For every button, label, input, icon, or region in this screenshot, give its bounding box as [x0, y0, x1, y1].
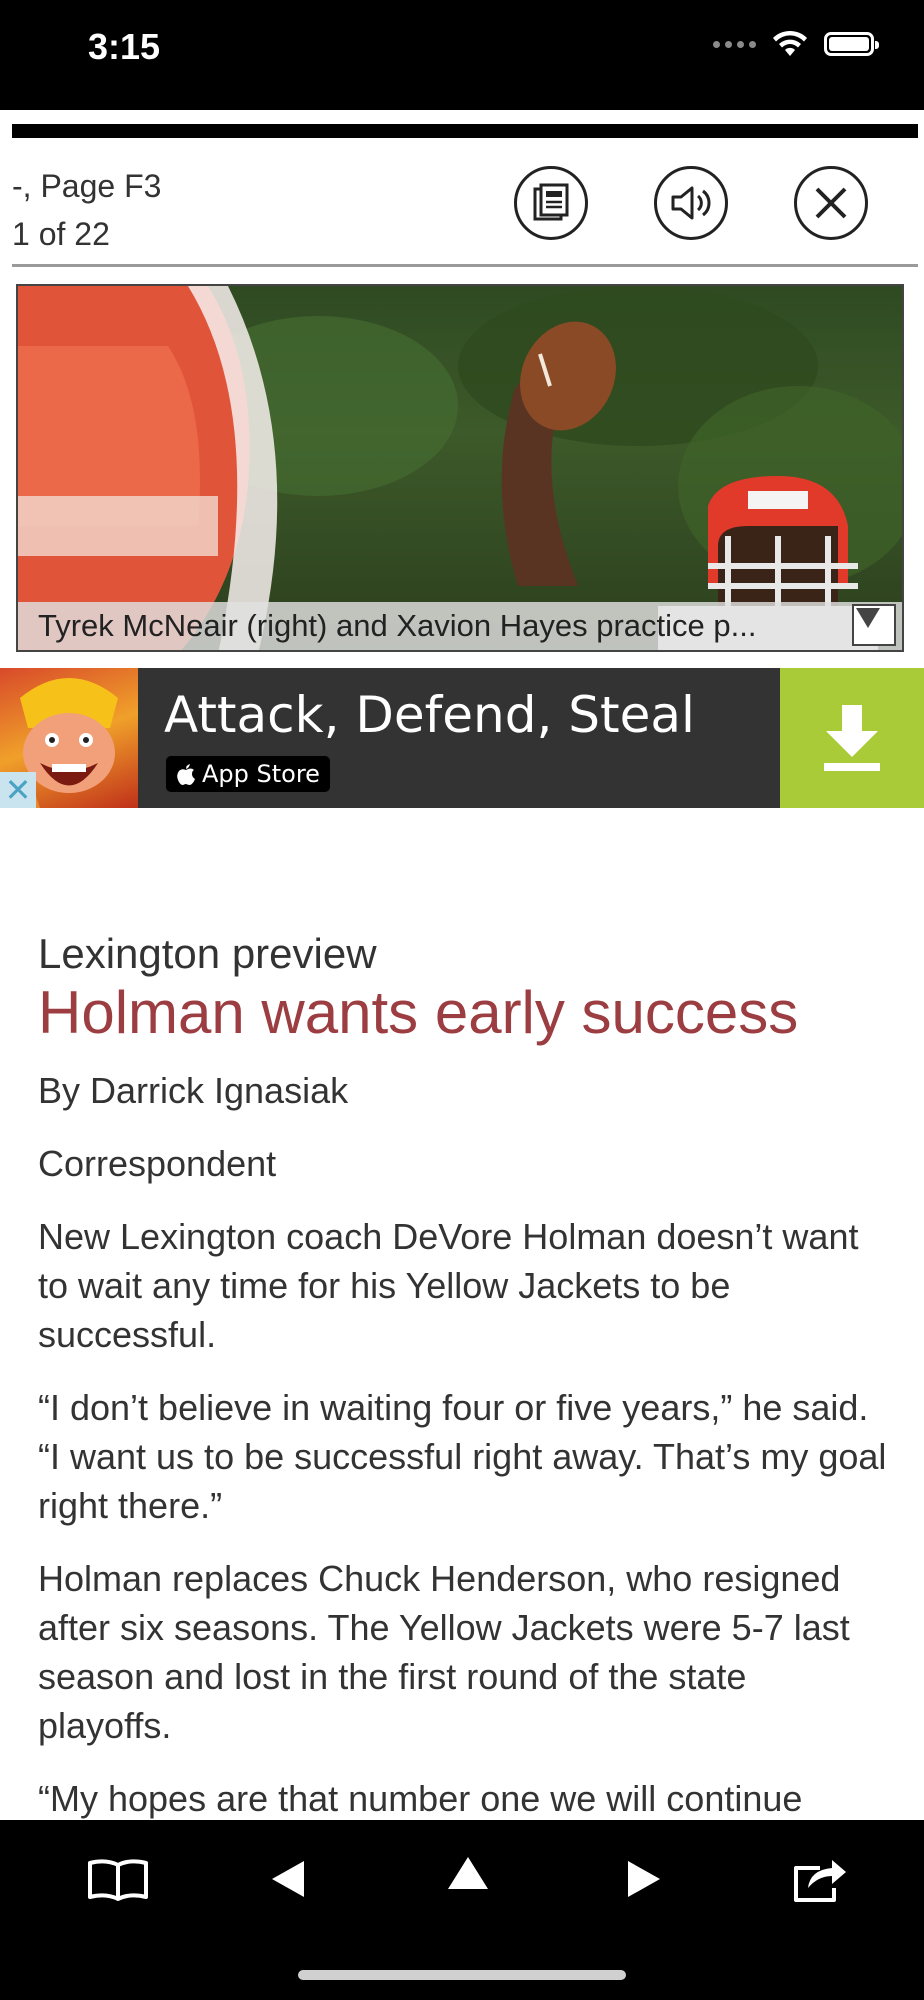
- photo-caption: Tyrek McNeair (right) and Xavion Hayes p…: [38, 608, 757, 643]
- ad-close-button[interactable]: ✕: [0, 772, 36, 808]
- page-info: -, Page F3 1 of 22: [12, 162, 161, 258]
- up-button[interactable]: [428, 1838, 508, 1908]
- notch: [228, 0, 696, 66]
- up-icon: [448, 1857, 488, 1889]
- page-label: -, Page F3: [12, 168, 162, 204]
- audio-icon: [671, 186, 711, 220]
- article-paragraph: Holman replaces Chuck Henderson, who res…: [38, 1558, 850, 1746]
- page-view-icon: [533, 183, 569, 221]
- signal-icon: [713, 40, 756, 48]
- battery-icon: [824, 32, 879, 56]
- article-body: Lexington preview Holman wants early suc…: [38, 928, 888, 1847]
- home-indicator[interactable]: [298, 1970, 626, 1980]
- app-store-label: App Store: [202, 760, 320, 788]
- article-role: Correspondent: [38, 1143, 277, 1184]
- close-button[interactable]: [794, 166, 868, 240]
- article-paragraph: New Lexington coach DeVore Holman doesn’…: [38, 1216, 859, 1355]
- caption-expand-button[interactable]: [852, 604, 896, 646]
- next-page-button[interactable]: [604, 1844, 684, 1914]
- article-paragraph: “I don’t believe in waiting four or five…: [38, 1387, 887, 1526]
- triangle-down-icon: [856, 608, 880, 628]
- ad-title: Attack, Defend, Steal: [164, 686, 695, 744]
- status-time: 3:15: [88, 26, 161, 67]
- audio-button[interactable]: [654, 166, 728, 240]
- book-icon: [88, 1859, 148, 1901]
- download-icon: [824, 705, 880, 771]
- share-button[interactable]: [780, 1844, 860, 1914]
- ad-download-button[interactable]: [780, 668, 924, 808]
- status-icons: [713, 30, 879, 58]
- next-icon: [628, 1861, 660, 1897]
- ad-banner[interactable]: ✕ Attack, Defend, Steal App Store: [0, 668, 924, 808]
- photo-caption-bar: Tyrek McNeair (right) and Xavion Hayes p…: [18, 602, 902, 650]
- previous-page-button[interactable]: [248, 1844, 328, 1914]
- wifi-icon: [773, 30, 807, 56]
- app-store-badge[interactable]: App Store: [166, 756, 330, 792]
- ad-app-icon: ✕: [0, 668, 138, 808]
- header-divider: [12, 264, 918, 267]
- article-kicker: Lexington preview: [38, 930, 377, 977]
- phone-frame: 3:15 -, Page F3 1 of 22 Tyrek McNeair (r…: [0, 0, 924, 2000]
- library-button[interactable]: [78, 1844, 158, 1914]
- top-rule: [12, 124, 918, 138]
- article-paragraph: “My hopes are that number one we will co…: [38, 1778, 803, 1819]
- screen: 3:15 -, Page F3 1 of 22 Tyrek McNeair (r…: [0, 0, 924, 2000]
- article-headline: Holman wants early success: [38, 979, 799, 1046]
- status-bar: 3:15: [0, 0, 924, 110]
- close-icon: [815, 187, 847, 219]
- share-icon: [794, 1860, 846, 1902]
- football-photo: [18, 286, 902, 650]
- article-photo[interactable]: Tyrek McNeair (right) and Xavion Hayes p…: [16, 284, 904, 652]
- previous-icon: [272, 1861, 304, 1897]
- article-byline: By Darrick Ignasiak: [38, 1070, 349, 1111]
- apple-icon: [177, 764, 195, 785]
- page-count: 1 of 22: [12, 216, 110, 252]
- page-view-button[interactable]: [514, 166, 588, 240]
